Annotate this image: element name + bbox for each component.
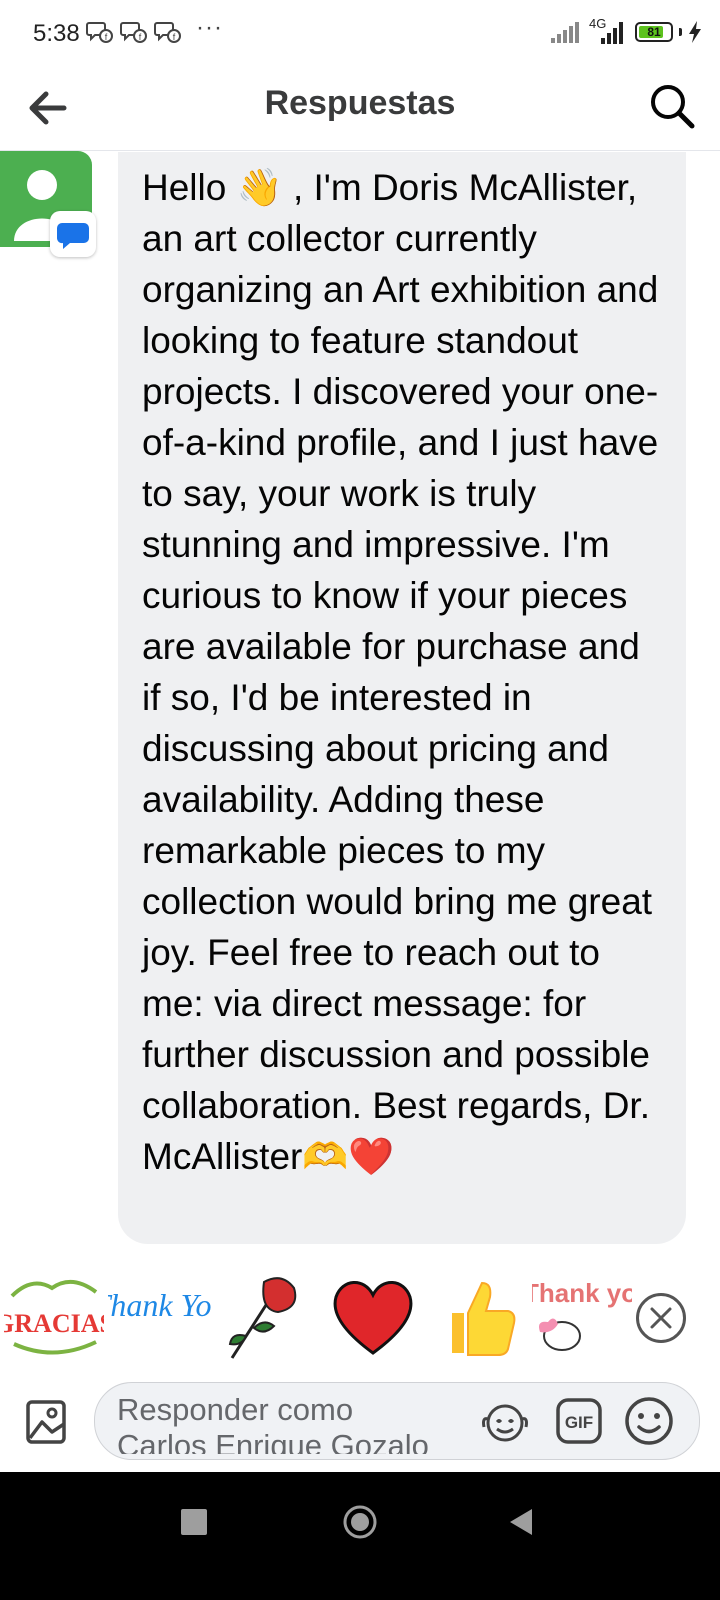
messenger-notification-icon: f: [86, 22, 113, 43]
charging-icon: [689, 21, 701, 43]
more-notifications-icon: ···: [196, 14, 223, 41]
close-icon: [650, 1307, 672, 1329]
battery-cap: [679, 28, 682, 36]
rose-icon: [228, 1277, 297, 1359]
gif-label: GIF: [565, 1413, 593, 1432]
notification-icons: f f f: [86, 20, 182, 44]
signal-4g-icon: 4G: [587, 16, 629, 46]
messages-badge-icon: [50, 211, 96, 257]
avatar-sticker-icon[interactable]: [479, 1397, 531, 1445]
system-navigation-bar: [0, 1472, 720, 1600]
sticker-rose[interactable]: [220, 1260, 316, 1372]
messenger-notification-icon: f: [120, 22, 147, 43]
sticker-thank-you-script[interactable]: Thank You: [108, 1260, 212, 1372]
search-icon[interactable]: [646, 80, 698, 132]
sticker-bunny-text: Thank you: [532, 1278, 632, 1308]
emoji-icon[interactable]: [623, 1395, 675, 1447]
status-bar: 5:38 f f f ··· 4G 81: [0, 0, 720, 66]
thumbs-up-icon: [452, 1281, 516, 1356]
recent-apps-button[interactable]: [181, 1509, 207, 1535]
page-title: Respuestas: [264, 84, 456, 122]
status-right: 4G 81: [549, 16, 702, 46]
sticker-gracias-text: GRACIAS: [4, 1309, 104, 1338]
home-button[interactable]: [342, 1504, 378, 1540]
gif-button[interactable]: GIF: [555, 1397, 603, 1445]
messenger-notification-icon: f: [154, 22, 181, 43]
battery-percent: 81: [647, 25, 661, 39]
reply-placeholder: Responder como Carlos Enrique Gozalo Ara: [117, 1392, 429, 1454]
reply-composer: Responder como Carlos Enrique Gozalo Ara…: [0, 1376, 720, 1472]
sticker-suggestions: GRACIAS Thank You Thank you: [0, 1260, 720, 1372]
reply-input[interactable]: Responder como Carlos Enrique Gozalo Ara…: [94, 1382, 700, 1460]
sticker-thank-you-text: Thank You: [108, 1287, 212, 1323]
close-stickers-button[interactable]: [636, 1293, 686, 1343]
sticker-heart[interactable]: [330, 1260, 416, 1372]
message-bubble[interactable]: Hello 👋 , I'm Doris McAllister, an art c…: [118, 152, 686, 1244]
battery-icon: 81: [635, 22, 673, 42]
app-header: Respuestas: [0, 66, 720, 151]
sticker-thumbs-up[interactable]: [440, 1260, 520, 1372]
gif-icon: GIF: [556, 1398, 602, 1444]
status-time: 5:38: [33, 20, 80, 47]
photo-icon[interactable]: [24, 1394, 70, 1450]
message-text: Hello 👋 , I'm Doris McAllister, an art c…: [142, 167, 669, 1177]
sender-avatar[interactable]: [0, 151, 98, 261]
sticker-thank-you-bunny[interactable]: Thank you: [532, 1260, 632, 1372]
system-back-button[interactable]: [506, 1506, 536, 1538]
signal-icon: [551, 22, 579, 43]
sticker-gracias[interactable]: GRACIAS: [4, 1260, 104, 1372]
heart-icon: [333, 1281, 413, 1355]
